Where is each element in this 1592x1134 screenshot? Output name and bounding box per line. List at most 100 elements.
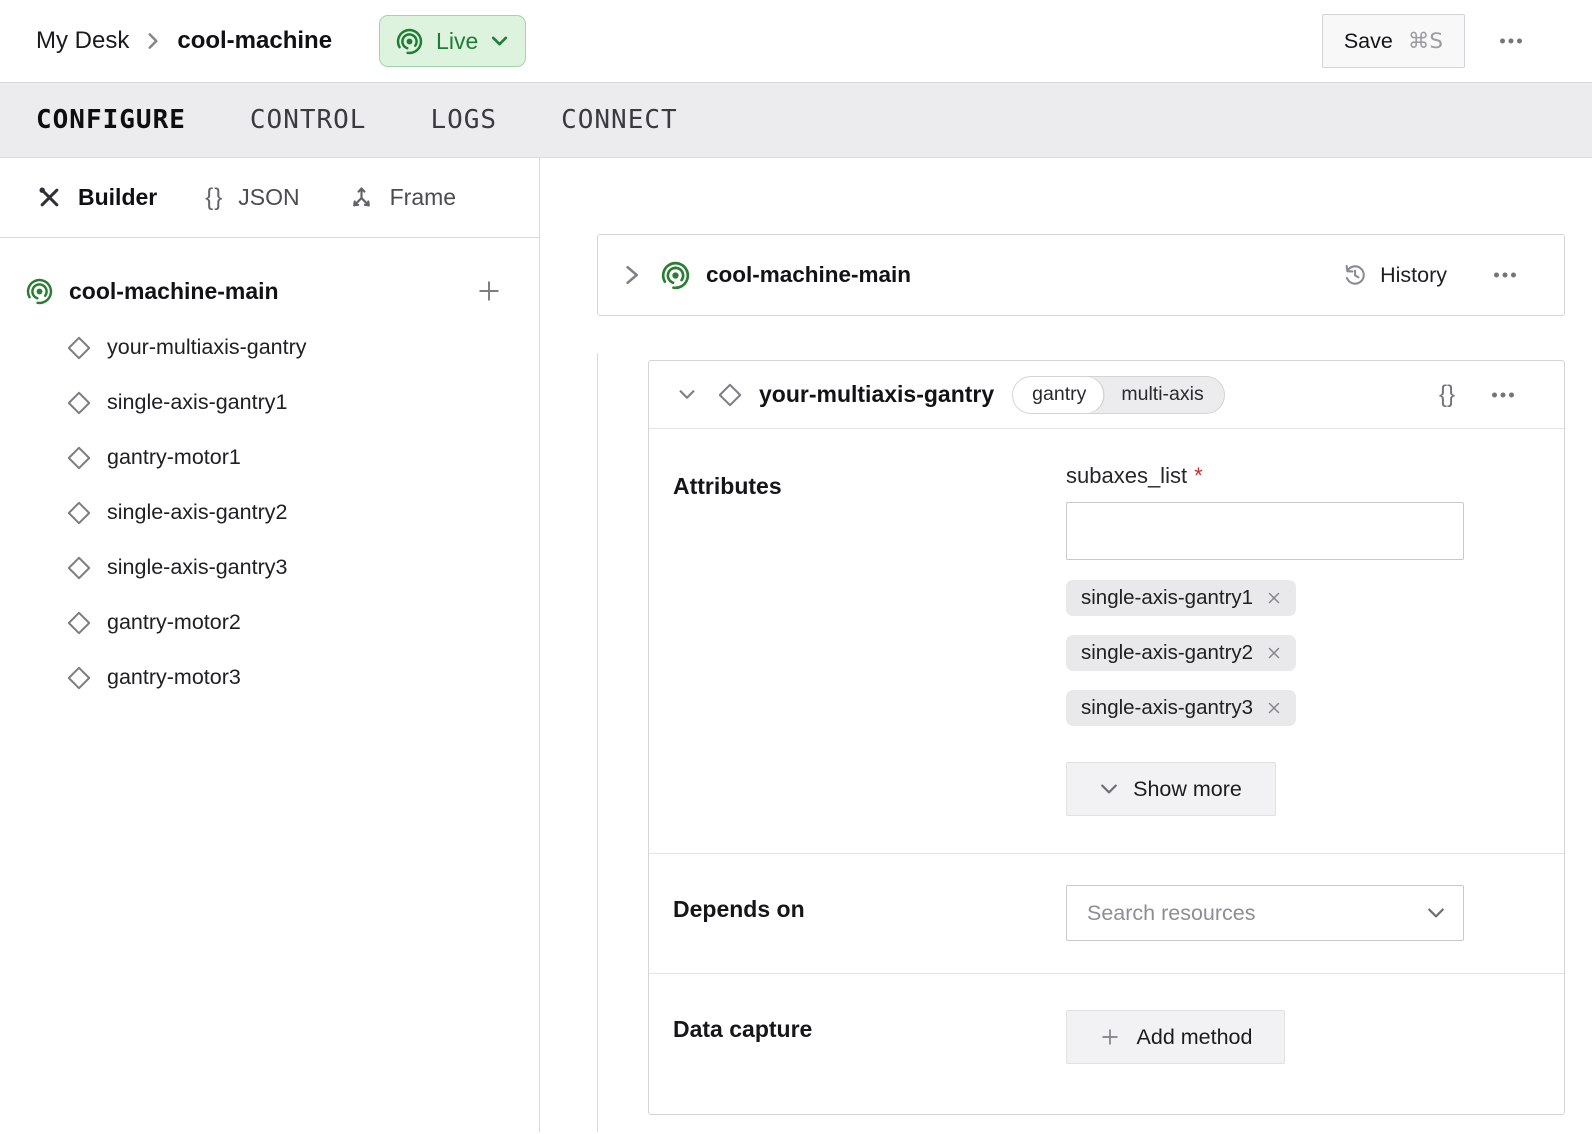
diamond-icon xyxy=(66,610,92,636)
history-icon xyxy=(1341,262,1367,288)
diamond-icon xyxy=(717,381,743,409)
broadcast-icon xyxy=(26,278,53,305)
live-status-dropdown[interactable]: Live xyxy=(379,15,526,67)
chevron-down-icon xyxy=(1427,907,1445,919)
breadcrumb-parent-link[interactable]: My Desk xyxy=(36,27,129,55)
chip-label: single-axis-gantry3 xyxy=(1081,696,1253,720)
header-overflow-menu-button[interactable] xyxy=(1492,23,1530,59)
chip-label: single-axis-gantry1 xyxy=(1081,586,1253,610)
subaxes-chip-list: single-axis-gantry1 single-axis-gantry2 xyxy=(1066,580,1464,726)
broadcast-icon xyxy=(661,261,690,290)
attributes-section: Attributes subaxes_list * single-axis-gan… xyxy=(649,429,1564,854)
app-header: My Desk cool-machine Live Save ⌘S xyxy=(0,0,1592,83)
resource-card-header: your-multiaxis-gantry gantry multi-axis … xyxy=(649,361,1564,429)
view-tab-json[interactable]: {} JSON xyxy=(205,184,299,212)
breadcrumb-current: cool-machine xyxy=(177,27,332,55)
remove-chip-button[interactable] xyxy=(1265,644,1283,662)
remove-chip-button[interactable] xyxy=(1265,699,1283,717)
part-overflow-menu-button[interactable] xyxy=(1491,263,1519,287)
save-shortcut: ⌘S xyxy=(1408,29,1443,54)
tag-api: gantry xyxy=(1013,377,1103,413)
tree-item-label: single-axis-gantry2 xyxy=(107,500,287,525)
view-tab-builder[interactable]: Builder xyxy=(36,184,157,211)
tools-icon xyxy=(36,184,63,211)
tree-item-gantry-motor1[interactable]: gantry-motor1 xyxy=(0,430,539,485)
config-main-panel: cool-machine-main History your-mult xyxy=(540,158,1592,1132)
view-tab-label: Builder xyxy=(78,184,157,211)
tree-item-single-axis-gantry1[interactable]: single-axis-gantry1 xyxy=(0,375,539,430)
close-icon xyxy=(1267,646,1281,660)
tab-connect[interactable]: CONNECT xyxy=(561,105,678,135)
required-asterisk: * xyxy=(1194,463,1203,488)
diamond-icon xyxy=(66,445,92,471)
breadcrumb: My Desk cool-machine xyxy=(36,27,332,55)
resource-overflow-menu-button[interactable] xyxy=(1489,383,1517,407)
attributes-heading: Attributes xyxy=(673,473,1066,500)
remove-chip-button[interactable] xyxy=(1265,589,1283,607)
tree-item-your-multiaxis-gantry[interactable]: your-multiaxis-gantry xyxy=(0,320,539,375)
plus-icon xyxy=(475,277,503,305)
broadcast-icon xyxy=(396,28,423,55)
diamond-icon xyxy=(66,555,92,581)
add-resource-button[interactable] xyxy=(475,277,503,305)
machine-tabbar: CONFIGURE CONTROL LOGS CONNECT xyxy=(0,83,1592,158)
view-tab-frame[interactable]: Frame xyxy=(348,184,456,211)
show-more-button[interactable]: Show more xyxy=(1066,762,1276,816)
tree-item-label: single-axis-gantry3 xyxy=(107,555,287,580)
depends-on-select[interactable]: Search resources xyxy=(1066,885,1464,941)
chip-label: single-axis-gantry2 xyxy=(1081,641,1253,665)
edit-json-button[interactable]: {} xyxy=(1439,381,1455,409)
tree-item-label: gantry-motor1 xyxy=(107,445,241,470)
history-button[interactable]: History xyxy=(1341,262,1447,288)
tab-configure[interactable]: CONFIGURE xyxy=(36,105,186,135)
depends-on-heading: Depends on xyxy=(673,896,1066,923)
add-method-button[interactable]: Add method xyxy=(1066,1010,1285,1064)
resource-card-your-multiaxis-gantry: your-multiaxis-gantry gantry multi-axis … xyxy=(648,360,1565,1115)
subaxes-list-label: subaxes_list xyxy=(1066,463,1187,488)
save-button[interactable]: Save ⌘S xyxy=(1322,14,1465,68)
tree-item-single-axis-gantry3[interactable]: single-axis-gantry3 xyxy=(0,540,539,595)
ellipsis-icon xyxy=(1489,383,1517,407)
data-capture-section: Data capture Add method xyxy=(649,974,1564,1115)
tab-logs[interactable]: LOGS xyxy=(430,105,497,135)
diamond-icon xyxy=(66,390,92,416)
part-children-rail xyxy=(597,353,598,1132)
part-title: cool-machine-main xyxy=(706,262,911,288)
tree-root-label: cool-machine-main xyxy=(69,278,279,305)
expand-part-chevron-icon[interactable] xyxy=(622,262,641,288)
ellipsis-icon xyxy=(1496,29,1526,53)
braces-icon: {} xyxy=(205,184,223,212)
chip-single-axis-gantry2: single-axis-gantry2 xyxy=(1066,635,1296,671)
part-card-cool-machine-main: cool-machine-main History xyxy=(597,234,1565,316)
close-icon xyxy=(1267,591,1281,605)
view-tab-label: Frame xyxy=(390,184,456,211)
tree-item-label: gantry-motor3 xyxy=(107,665,241,690)
collapse-resource-chevron-icon[interactable] xyxy=(676,387,698,402)
tree-item-label: your-multiaxis-gantry xyxy=(107,335,307,360)
save-label: Save xyxy=(1344,29,1393,54)
breadcrumb-chevron-icon xyxy=(146,30,160,52)
tree-root-cool-machine-main[interactable]: cool-machine-main xyxy=(0,266,539,316)
tree-item-gantry-motor2[interactable]: gantry-motor2 xyxy=(0,595,539,650)
diamond-icon xyxy=(66,500,92,526)
diamond-icon xyxy=(66,665,92,691)
depends-on-placeholder: Search resources xyxy=(1087,901,1427,926)
tree-item-label: single-axis-gantry1 xyxy=(107,390,287,415)
plus-icon xyxy=(1099,1026,1121,1048)
ellipsis-icon xyxy=(1491,263,1519,287)
chip-single-axis-gantry1: single-axis-gantry1 xyxy=(1066,580,1296,616)
subaxes-list-input[interactable] xyxy=(1066,502,1464,560)
resource-sidebar: Builder {} JSON Frame xyxy=(0,158,540,1132)
tree-item-gantry-motor3[interactable]: gantry-motor3 xyxy=(0,650,539,705)
resource-title: your-multiaxis-gantry xyxy=(759,381,994,408)
tag-model: multi-axis xyxy=(1103,377,1223,413)
tab-control[interactable]: CONTROL xyxy=(250,105,367,135)
close-icon xyxy=(1267,701,1281,715)
tree-item-single-axis-gantry2[interactable]: single-axis-gantry2 xyxy=(0,485,539,540)
chip-single-axis-gantry3: single-axis-gantry3 xyxy=(1066,690,1296,726)
config-view-switcher: Builder {} JSON Frame xyxy=(0,158,539,238)
show-more-label: Show more xyxy=(1133,777,1242,802)
chevron-down-icon xyxy=(1100,783,1118,795)
diamond-icon xyxy=(66,335,92,361)
view-tab-label: JSON xyxy=(238,184,299,211)
